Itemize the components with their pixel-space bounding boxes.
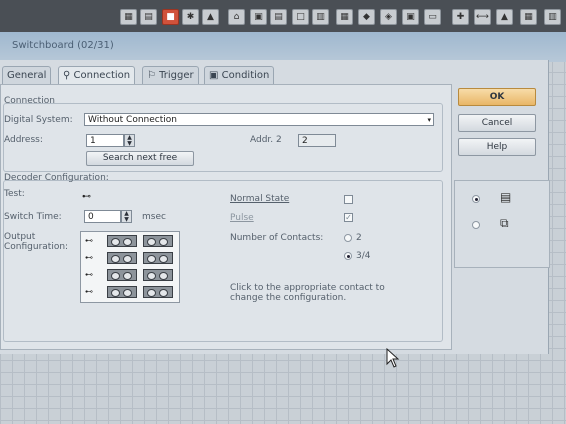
output-icon: ⊷	[85, 236, 93, 245]
tab-general-label: General	[7, 70, 47, 81]
addr2-field: 2	[298, 134, 336, 147]
decoder-group-label: Decoder Configuration:	[4, 173, 109, 183]
cancel-button[interactable]: Cancel	[458, 114, 536, 132]
tab-trigger-label: Trigger	[159, 70, 194, 81]
toolbar-icon-8[interactable]: ▦	[336, 9, 353, 25]
tab-connection[interactable]: ⚲ Connection	[58, 66, 136, 84]
output-icon: ⊷	[85, 253, 93, 262]
test-output-icon[interactable]: ⊷	[82, 192, 91, 202]
toolbar-icon-16[interactable]: ▦	[520, 9, 537, 25]
app-toolbar: ▦ ▤ ■ ✱ ▲ ⌂ ▣ ▤ □ ▥ ▦ ◆ ◈ ▣ ▭ ✚ ⟷ ▲ ▦ ▥	[0, 0, 566, 32]
output-row-1: ⊷	[81, 234, 179, 249]
mouse-cursor	[386, 347, 400, 371]
toolbar-icon-1[interactable]: ▦	[120, 9, 137, 25]
tab-condition-label: Condition	[221, 70, 270, 81]
trigger-icon: ⚐	[147, 70, 160, 81]
view-mode-radio-list[interactable]	[472, 195, 480, 203]
contacts-option-3-4: 3/4	[356, 251, 371, 261]
output-icon: ⊷	[85, 270, 93, 279]
switch-time-spinner[interactable]: ▲ ▼	[121, 210, 132, 223]
address-value: 1	[90, 136, 96, 146]
contact-pair[interactable]	[143, 286, 173, 298]
output-configuration-grid: ⊷ ⊷ ⊷ ⊷	[80, 231, 180, 303]
switch-time-label: Switch Time:	[4, 212, 62, 222]
toolbar-icon-7[interactable]: ▥	[312, 9, 329, 25]
dialog-title: Switchboard (02/31)	[12, 40, 114, 51]
list-view-icon[interactable]: ▤	[500, 190, 511, 204]
digital-system-label: Digital System:	[4, 115, 73, 125]
view-mode-radio-tile[interactable]	[472, 221, 480, 229]
tile-view-icon[interactable]: ⧉	[500, 216, 509, 231]
toolbar-icon-11[interactable]: ▣	[402, 9, 419, 25]
contact-pair[interactable]	[107, 235, 137, 247]
digital-system-select[interactable]: Without Connection ▾	[84, 113, 434, 126]
tab-general[interactable]: General	[2, 66, 52, 84]
address-spinner[interactable]: ▲ ▼	[124, 134, 135, 147]
toolbar-icon-13[interactable]: ✚	[452, 9, 469, 25]
normal-state-checkbox[interactable]	[344, 195, 353, 204]
decoder-config-group	[3, 180, 443, 342]
toolbar-icon-15[interactable]: ▲	[496, 9, 513, 25]
addr2-label: Addr. 2	[250, 135, 282, 145]
output-row-3: ⊷	[81, 268, 179, 283]
contacts-option-2: 2	[356, 233, 362, 243]
contact-pair[interactable]	[143, 252, 173, 264]
up-arrow-icon[interactable]: ▲	[202, 9, 219, 25]
toolbar-icon-12[interactable]: ▭	[424, 9, 441, 25]
contacts-radio-3-4[interactable]	[344, 252, 352, 260]
configuration-hint: Click to the appropriate contact to chan…	[230, 283, 385, 303]
address-label: Address:	[4, 135, 43, 145]
chevron-down-icon: ▾	[427, 116, 431, 124]
stop-icon[interactable]: ■	[162, 9, 179, 25]
help-button[interactable]: Help	[458, 138, 536, 156]
ok-button[interactable]: OK	[458, 88, 536, 106]
condition-icon: ▣	[209, 70, 222, 81]
normal-state-label: Normal State	[230, 194, 290, 204]
contact-pair[interactable]	[107, 286, 137, 298]
pulse-label: Pulse	[230, 213, 254, 223]
switch-time-unit: msec	[142, 212, 166, 222]
toolbar-icon-9[interactable]: ◆	[358, 9, 375, 25]
toolbar-icon-2[interactable]: ▤	[140, 9, 157, 25]
connection-group-label: Connection	[4, 96, 55, 106]
output-row-4: ⊷	[81, 285, 179, 300]
contacts-label: Number of Contacts:	[230, 233, 324, 243]
toolbar-icon-6[interactable]: □	[292, 9, 309, 25]
tab-trigger[interactable]: ⚐ Trigger	[142, 66, 199, 84]
toolbar-icon-3[interactable]: ⌂	[228, 9, 245, 25]
toolbar-icon-5[interactable]: ▤	[270, 9, 287, 25]
switch-time-input[interactable]: 0	[84, 210, 121, 223]
address-input[interactable]: 1	[86, 134, 124, 147]
toolbar-icon-4[interactable]: ▣	[250, 9, 267, 25]
output-row-2: ⊷	[81, 251, 179, 266]
pulse-checkbox[interactable]: ✓	[344, 213, 353, 222]
addr2-value: 2	[302, 136, 308, 146]
tab-connection-label: Connection	[73, 70, 131, 81]
digital-system-value: Without Connection	[88, 115, 177, 125]
tab-condition[interactable]: ▣ Condition	[204, 66, 275, 84]
settings-icon[interactable]: ✱	[182, 9, 199, 25]
output-icon: ⊷	[85, 287, 93, 296]
toolbar-icon-14[interactable]: ⟷	[474, 9, 491, 25]
contact-pair[interactable]	[143, 235, 173, 247]
search-next-free-button[interactable]: Search next free	[86, 151, 194, 166]
contact-pair[interactable]	[107, 269, 137, 281]
switch-time-value: 0	[88, 212, 94, 222]
test-label: Test:	[4, 189, 25, 199]
contact-pair[interactable]	[107, 252, 137, 264]
output-config-label: Output Configuration:	[4, 232, 69, 252]
toolbar-icon-10[interactable]: ◈	[380, 9, 397, 25]
toolbar-icon-17[interactable]: ▥	[544, 9, 561, 25]
contact-pair[interactable]	[143, 269, 173, 281]
plug-icon: ⚲	[63, 70, 74, 81]
contacts-radio-2[interactable]	[344, 234, 352, 242]
